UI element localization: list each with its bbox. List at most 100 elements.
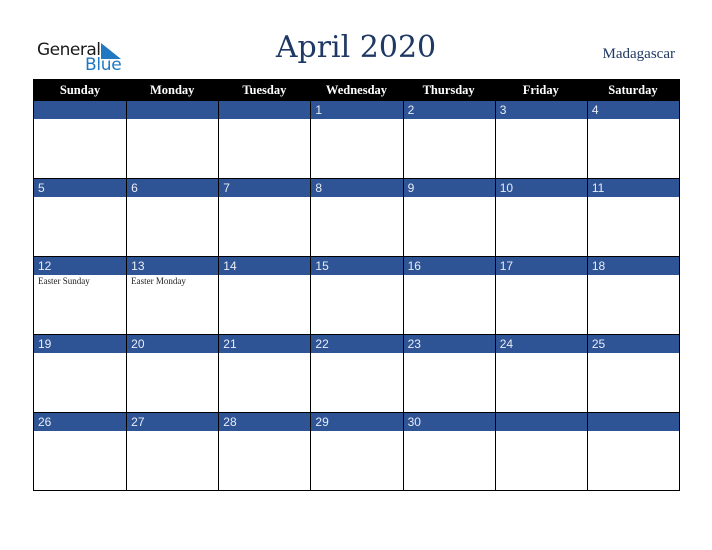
day-number: 10 [495,179,587,197]
day-cell[interactable]: 22 [310,335,403,412]
day-number: 2 [403,101,495,119]
day-cell[interactable]: 30 [402,413,495,490]
day-cell[interactable]: 24 [494,335,587,412]
holiday-label [496,431,587,432]
day-number: 15 [311,257,403,275]
day-cell[interactable]: 23 [402,335,495,412]
day-number: 24 [495,335,587,353]
day-number: 29 [311,413,403,431]
weekday-sunday: Sunday [59,83,101,97]
country-label: Madagascar [602,46,675,62]
weekday-wednesday: Wednesday [325,83,388,97]
day-number: 18 [587,257,679,275]
holiday-label [588,431,679,432]
day-number: 27 [127,413,219,431]
holiday-label [219,119,310,120]
day-number: 23 [403,335,495,353]
holiday-label [311,119,402,120]
holiday-label [34,431,126,432]
day-number [587,413,679,431]
day-number: 13 [127,257,219,275]
day-number: 17 [495,257,587,275]
day-cell[interactable]: 1 [310,101,403,178]
day-number: 3 [495,101,587,119]
holiday-label [588,353,679,354]
holiday-label [127,353,218,354]
week-row: 5 6 7 8 9 10 11 [34,178,679,256]
weekday-thursday: Thursday [422,83,475,97]
holiday-label [219,431,310,432]
holiday-label [34,353,126,354]
day-cell[interactable]: 12 Easter Sunday [34,257,127,334]
day-cell[interactable] [218,101,311,178]
day-number: 14 [219,257,311,275]
week-row: 12 Easter Sunday 13 Easter Monday 14 15 16 17 18 [34,256,679,334]
day-cell[interactable]: 13 Easter Monday [126,257,219,334]
day-number: 19 [34,335,127,353]
day-cell[interactable]: 11 [586,179,679,256]
day-number: 16 [403,257,495,275]
calendar-grid: Sunday Monday Tuesday Wednesday Thursday… [33,79,680,491]
day-number: 4 [587,101,679,119]
day-cell[interactable]: 21 [218,335,311,412]
weekday-monday: Monday [149,83,195,97]
day-cell[interactable] [126,101,219,178]
day-number: 20 [127,335,219,353]
month-year: April 2020 [275,30,437,65]
holiday-label [404,275,495,276]
day-cell[interactable]: 29 [310,413,403,490]
day-cell[interactable]: 9 [402,179,495,256]
day-number: 12 [34,257,127,275]
holiday-label: Easter Monday [131,276,186,286]
day-cell[interactable]: 25 [586,335,679,412]
holiday-label [404,353,495,354]
day-number [219,101,311,119]
day-cell[interactable]: 6 [126,179,219,256]
day-cell[interactable]: 4 [586,101,679,178]
holiday-label [127,197,218,198]
day-number: 25 [587,335,679,353]
holiday-label [219,353,310,354]
day-cell[interactable]: 26 [34,413,127,490]
day-number: 7 [219,179,311,197]
day-cell[interactable]: 7 [218,179,311,256]
holiday-label [496,197,587,198]
weekday-header-row: Sunday Monday Tuesday Wednesday Thursday… [34,79,679,101]
day-cell[interactable] [34,101,127,178]
holiday-label [34,119,126,120]
day-cell[interactable]: 3 [494,101,587,178]
weekday-tuesday: Tuesday [242,83,287,97]
day-cell[interactable]: 17 [494,257,587,334]
day-number [34,101,127,119]
holiday-label [404,197,495,198]
day-cell[interactable]: 2 [402,101,495,178]
day-cell[interactable]: 18 [586,257,679,334]
day-number: 11 [587,179,679,197]
weekday-saturday: Saturday [608,83,658,97]
day-cell[interactable]: 20 [126,335,219,412]
holiday-label [311,353,402,354]
day-cell[interactable]: 8 [310,179,403,256]
day-cell[interactable]: 14 [218,257,311,334]
holiday-label [496,275,587,276]
day-number: 22 [311,335,403,353]
day-cell[interactable] [586,413,679,490]
day-cell[interactable]: 5 [34,179,127,256]
holiday-label [219,197,310,198]
day-cell[interactable]: 28 [218,413,311,490]
week-row: 19 20 21 22 23 24 25 [34,334,679,412]
day-cell[interactable]: 19 [34,335,127,412]
day-cell[interactable]: 15 [310,257,403,334]
day-cell[interactable]: 10 [494,179,587,256]
day-cell[interactable]: 27 [126,413,219,490]
day-cell[interactable] [494,413,587,490]
day-number: 26 [34,413,127,431]
day-number: 8 [311,179,403,197]
holiday-label [404,119,495,120]
holiday-label [127,119,218,120]
day-cell[interactable]: 16 [402,257,495,334]
day-number: 30 [403,413,495,431]
weekday-friday: Friday [522,83,559,97]
day-number: 28 [219,413,311,431]
day-number [495,413,587,431]
